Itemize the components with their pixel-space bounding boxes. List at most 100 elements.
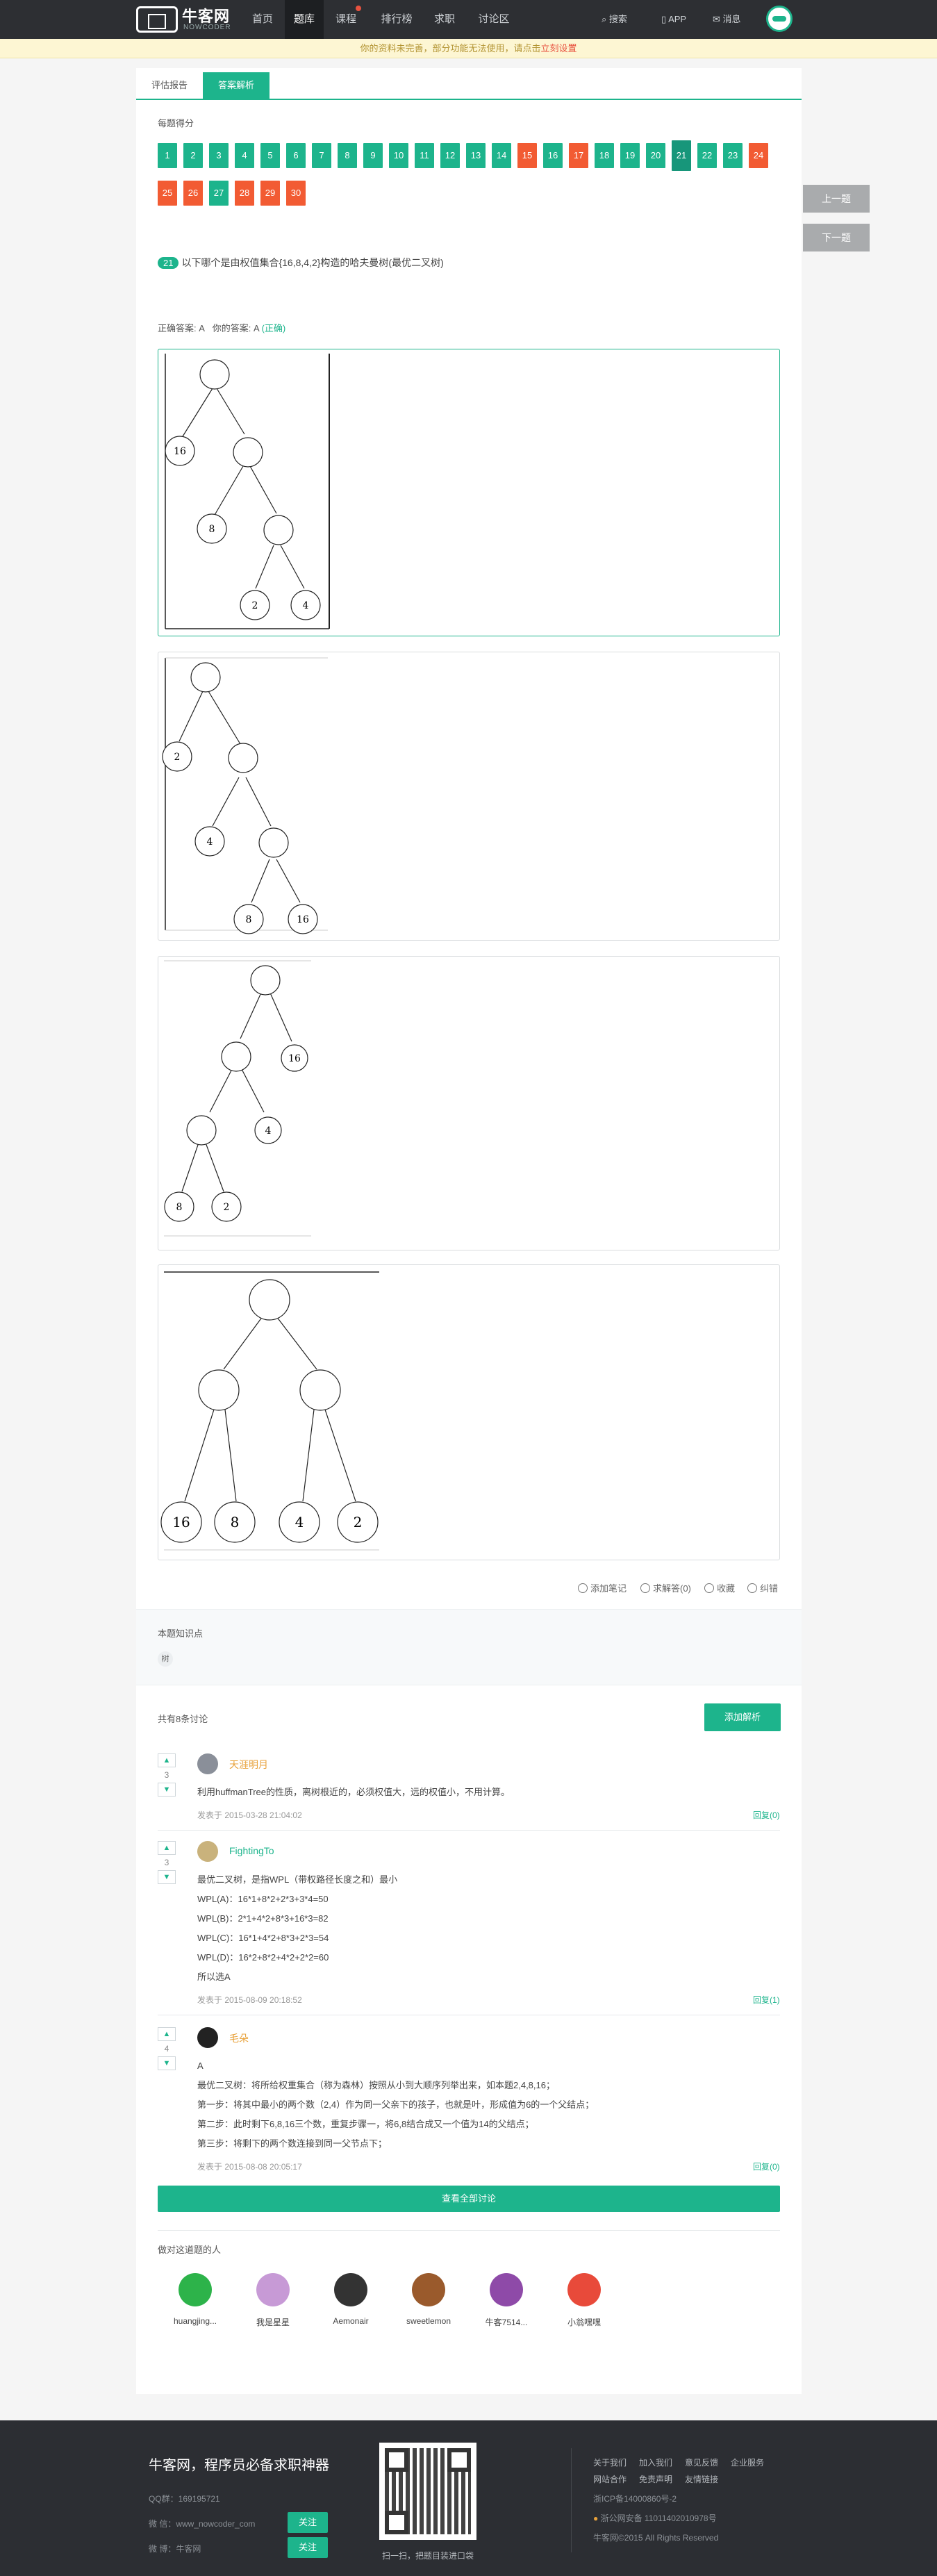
solver-name[interactable]: 牛客7514... (475, 2316, 538, 2328)
commenter-avatar[interactable] (197, 1841, 218, 1862)
prev-question-button[interactable]: 上一题 (803, 185, 870, 213)
commenter-name[interactable]: 毛朵 (229, 2031, 249, 2045)
score-box-11[interactable]: 11 (415, 143, 434, 168)
commenter-name[interactable]: FightingTo (229, 1845, 274, 1856)
reply-link[interactable]: 回复(0) (753, 1809, 780, 1821)
solver-name[interactable]: 小翁嘿嘿 (553, 2316, 615, 2328)
downvote-button[interactable]: ▼ (158, 1783, 176, 1797)
option-d[interactable]: 16 8 4 2 (158, 1264, 780, 1560)
score-box-17[interactable]: 17 (569, 143, 588, 168)
add-note-button[interactable]: 添加笔记 (578, 1581, 627, 1594)
score-box-13[interactable]: 13 (466, 143, 486, 168)
link-feedback[interactable]: 意见反馈 (685, 2457, 718, 2468)
knowledge-tag[interactable]: 树 (158, 1651, 173, 1667)
commenter-name[interactable]: 天涯明月 (229, 1758, 268, 1772)
nav-jobs[interactable]: 求职 (425, 0, 464, 39)
app-button[interactable]: ▯ APP (661, 0, 686, 39)
solver-avatar[interactable] (490, 2273, 523, 2306)
score-box-14[interactable]: 14 (492, 143, 511, 168)
link-join[interactable]: 加入我们 (639, 2457, 672, 2468)
add-analysis-button[interactable]: 添加解析 (704, 1703, 781, 1731)
option-c[interactable]: 16 4 8 2 (158, 956, 780, 1250)
score-box-2[interactable]: 2 (183, 143, 203, 168)
score-box-5[interactable]: 5 (260, 143, 280, 168)
score-box-6[interactable]: 6 (286, 143, 306, 168)
nav-courses-label: 课程 (335, 13, 356, 25)
solver-avatar[interactable] (334, 2273, 367, 2306)
comment-time: 发表于 2015-08-08 20:05:17 (197, 2162, 302, 2172)
nav-rank[interactable]: 排行榜 (372, 0, 421, 39)
nav-discuss[interactable]: 讨论区 (470, 0, 518, 39)
view-all-discussion-button[interactable]: 查看全部讨论 (158, 2186, 780, 2212)
solver-avatar[interactable] (256, 2273, 290, 2306)
notice-link[interactable]: 立刻设置 (541, 43, 577, 53)
nav-courses[interactable]: 课程 (326, 0, 365, 39)
solver-avatar[interactable] (412, 2273, 445, 2306)
score-box-4[interactable]: 4 (235, 143, 254, 168)
logo-icon[interactable] (136, 6, 178, 33)
nav-questions[interactable]: 题库 (285, 0, 324, 39)
score-box-25[interactable]: 25 (158, 181, 177, 206)
solver-avatar[interactable] (179, 2273, 212, 2306)
fav-label: 收藏 (717, 1583, 736, 1594)
solver-name[interactable]: huangjing... (164, 2316, 226, 2326)
solver-name[interactable]: Aemonair (320, 2316, 382, 2326)
score-box-18[interactable]: 18 (595, 143, 614, 168)
reply-link[interactable]: 回复(1) (753, 1994, 780, 2006)
score-box-28[interactable]: 28 (235, 181, 254, 206)
solver-name[interactable]: 我是星星 (242, 2316, 304, 2328)
qr-corner (385, 2511, 408, 2534)
follow-weibo-button[interactable]: 关注 (288, 2537, 328, 2558)
tab-analysis[interactable]: 答案解析 (203, 72, 270, 99)
score-box-24[interactable]: 24 (749, 143, 768, 168)
follow-wechat-button[interactable]: 关注 (288, 2512, 328, 2533)
score-box-27[interactable]: 27 (209, 181, 229, 206)
downvote-button[interactable]: ▼ (158, 2056, 176, 2070)
score-box-1[interactable]: 1 (158, 143, 177, 168)
option-a[interactable]: 16 8 2 4 (158, 349, 780, 636)
score-box-21[interactable]: 21 (672, 140, 691, 171)
score-box-8[interactable]: 8 (338, 143, 357, 168)
message-button[interactable]: ✉ 消息 (713, 0, 741, 39)
report-error-button[interactable]: 纠错 (747, 1581, 778, 1594)
score-box-30[interactable]: 30 (286, 181, 306, 206)
score-box-23[interactable]: 23 (723, 143, 743, 168)
user-avatar[interactable] (766, 6, 793, 32)
downvote-button[interactable]: ▼ (158, 1870, 176, 1884)
score-box-10[interactable]: 10 (389, 143, 408, 168)
commenter-avatar[interactable] (197, 2027, 218, 2048)
link-about[interactable]: 关于我们 (593, 2457, 627, 2468)
node-label: 2 (354, 1514, 363, 1530)
link-disclaimer[interactable]: 免责声明 (639, 2473, 672, 2485)
commenter-avatar[interactable] (197, 1753, 218, 1774)
score-box-7[interactable]: 7 (312, 143, 331, 168)
score-box-12[interactable]: 12 (440, 143, 460, 168)
search-button[interactable]: ⌕ 搜索 (602, 0, 627, 39)
score-box-15[interactable]: 15 (517, 143, 537, 168)
discuss-count: 共有8条讨论 (158, 1714, 208, 1724)
score-box-16[interactable]: 16 (543, 143, 563, 168)
score-box-20[interactable]: 20 (646, 143, 665, 168)
ask-solution-button[interactable]: 求解答(0) (640, 1581, 691, 1594)
score-box-19[interactable]: 19 (620, 143, 640, 168)
score-box-29[interactable]: 29 (260, 181, 280, 206)
favorite-button[interactable]: 收藏 (704, 1581, 735, 1594)
tab-report[interactable]: 评估报告 (136, 72, 203, 99)
link-friends[interactable]: 友情链接 (685, 2473, 718, 2485)
upvote-button[interactable]: ▲ (158, 1753, 176, 1767)
score-box-26[interactable]: 26 (183, 181, 203, 206)
next-question-button[interactable]: 下一题 (803, 224, 870, 251)
link-partner[interactable]: 网站合作 (593, 2473, 627, 2485)
nav-home[interactable]: 首页 (243, 0, 282, 39)
option-b[interactable]: 2 4 8 16 (158, 652, 780, 941)
reply-link[interactable]: 回复(0) (753, 2161, 780, 2172)
solver-avatar[interactable] (567, 2273, 601, 2306)
score-box-22[interactable]: 22 (697, 143, 717, 168)
upvote-button[interactable]: ▲ (158, 1841, 176, 1855)
link-enterprise[interactable]: 企业服务 (731, 2457, 764, 2468)
score-box-3[interactable]: 3 (209, 143, 229, 168)
question-number: 21 (158, 257, 179, 269)
score-box-9[interactable]: 9 (363, 143, 383, 168)
upvote-button[interactable]: ▲ (158, 2027, 176, 2041)
solver-name[interactable]: sweetlemon (397, 2316, 460, 2326)
